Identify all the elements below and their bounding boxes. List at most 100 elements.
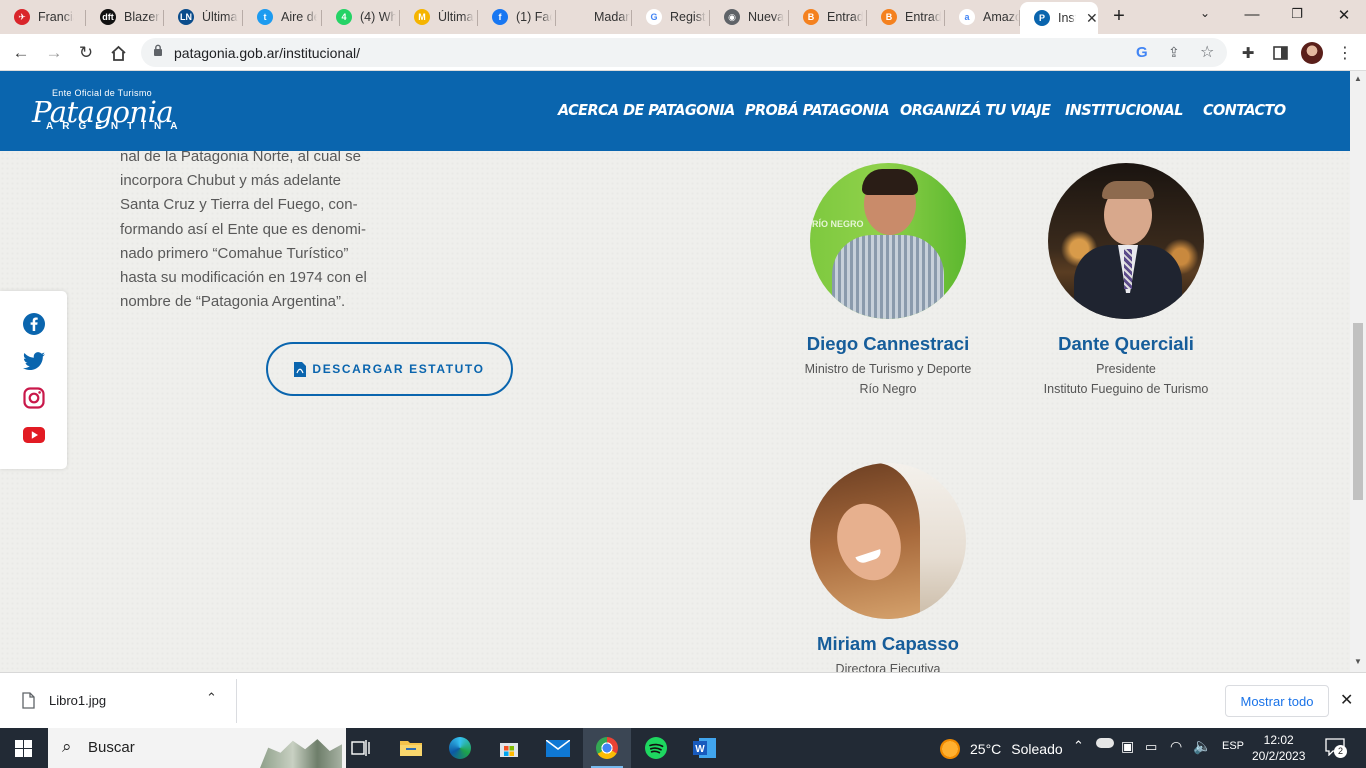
browser-tab[interactable]: LN Últimas: [164, 3, 243, 31]
team-member-photo: [1048, 163, 1204, 319]
clock-date: 20/2/2023: [1252, 749, 1306, 763]
tab-title: Francia: [38, 10, 74, 24]
scrollbar-thumb[interactable]: [1353, 323, 1363, 500]
tab-favicon-icon: G: [646, 9, 662, 25]
scroll-up-icon[interactable]: ▲: [1354, 74, 1362, 83]
role-title: Presidente: [1096, 362, 1156, 376]
share-icon[interactable]: ⇪: [1168, 44, 1180, 61]
menu-kebab-icon[interactable]: ⋮: [1334, 42, 1356, 64]
clock-time: 12:02: [1263, 733, 1294, 747]
task-view-icon[interactable]: [337, 728, 385, 768]
tab-favicon-icon: a: [959, 9, 975, 25]
input-language[interactable]: ESP: [1222, 740, 1244, 752]
google-translate-icon[interactable]: G: [1136, 44, 1148, 61]
tab-favicon-icon: f: [492, 9, 508, 25]
edge-browser-icon[interactable]: [436, 728, 484, 768]
onedrive-cloud-icon[interactable]: [1096, 738, 1114, 748]
nav-acerca-de-patagonia[interactable]: ACERCA DE PATAGONIA: [558, 101, 735, 119]
history-line: Santa Cruz y Tierra del Fuego, con-: [120, 196, 358, 214]
browser-tab[interactable]: ✈ Francia: [0, 3, 86, 31]
browser-tab[interactable]: 4 (4) Wh: [322, 3, 400, 31]
profile-avatar[interactable]: [1301, 42, 1323, 64]
nav-proba-patagonia[interactable]: PROBÁ PATAGONIA: [745, 101, 890, 119]
browser-tab[interactable]: M Últimas: [400, 3, 478, 31]
notification-center-icon[interactable]: 2: [1325, 738, 1347, 761]
show-hidden-icons-chevron-icon[interactable]: ⌃: [1073, 738, 1084, 754]
chrome-browser-icon[interactable]: [583, 728, 631, 768]
reload-icon[interactable]: ↻: [75, 42, 97, 64]
bookmark-star-icon[interactable]: ☆: [1200, 42, 1214, 62]
taskbar-search-box[interactable]: ⌕ Buscar: [48, 728, 346, 768]
browser-tab[interactable]: ◉ Nueva: [710, 3, 789, 31]
mail-icon[interactable]: [534, 728, 582, 768]
file-explorer-icon[interactable]: [387, 728, 435, 768]
nav-contacto[interactable]: CONTACTO: [1203, 101, 1286, 119]
side-panel-icon[interactable]: [1269, 42, 1291, 64]
nav-organiza-tu-viaje[interactable]: ORGANIZÁ TU VIAJE: [900, 101, 1051, 119]
restore-icon[interactable]: ❐: [1287, 6, 1307, 22]
volume-icon[interactable]: 🔈: [1193, 737, 1212, 755]
forward-icon[interactable]: →: [43, 42, 65, 64]
url-text: patagonia.gob.ar/institucional/: [174, 45, 361, 61]
youtube-icon[interactable]: [22, 423, 46, 447]
taskbar-search-placeholder: Buscar: [88, 739, 135, 756]
close-tab-icon[interactable]: ✕: [1086, 10, 1098, 27]
browser-tab[interactable]: a Amazon: [945, 3, 1020, 31]
minimize-icon[interactable]: —: [1242, 6, 1262, 23]
browser-tab[interactable]: f (1) Face: [478, 3, 556, 31]
browser-tab[interactable]: Madam: [556, 3, 632, 31]
windows-start-icon[interactable]: [15, 740, 32, 757]
back-icon[interactable]: ←: [10, 42, 32, 64]
tab-favicon-icon: ✈: [14, 9, 30, 25]
page-scrollbar[interactable]: ▲ ▼: [1350, 71, 1366, 672]
battery-icon[interactable]: ▭: [1145, 739, 1157, 755]
browser-tab[interactable]: dft Blazer: [86, 3, 164, 31]
extensions-puzzle-icon[interactable]: ✚: [1237, 42, 1259, 64]
file-icon: [22, 692, 35, 709]
nav-institucional[interactable]: INSTITUCIONAL: [1065, 101, 1183, 119]
download-options-chevron-icon[interactable]: ⌃: [206, 690, 217, 706]
word-icon[interactable]: W: [681, 728, 729, 768]
tab-title: Registr: [670, 10, 706, 24]
tab-title: Madam: [594, 10, 630, 24]
weather-temperature: 25°C: [970, 741, 1002, 757]
scroll-down-icon[interactable]: ▼: [1354, 657, 1362, 666]
facebook-icon[interactable]: [22, 312, 46, 336]
lock-icon[interactable]: [153, 44, 163, 60]
social-sidebar: [0, 291, 67, 469]
tab-favicon-icon: M: [414, 9, 430, 25]
weather-widget[interactable]: 25°C Soleado: [940, 739, 1063, 759]
instagram-icon[interactable]: [22, 386, 46, 410]
windows-taskbar: ⌕ Buscar W 25°C Soleado ⌃ ▣ ▭ ◠ 🔈 ESP 12…: [0, 728, 1366, 768]
tab-search-chevron-icon[interactable]: ⌄: [1195, 6, 1215, 20]
window-close-icon[interactable]: ✕: [1334, 6, 1354, 24]
taskbar-clock[interactable]: 12:02 20/2/2023: [1252, 732, 1305, 764]
close-downloads-icon[interactable]: ✕: [1340, 690, 1353, 710]
team-member-name: Diego Cannestraci: [806, 333, 970, 354]
browser-tab[interactable]: t Aire de: [243, 3, 322, 31]
search-icon: ⌕: [62, 737, 72, 756]
browser-tab[interactable]: B Entrada: [789, 3, 867, 31]
tab-active[interactable]: P Inst ✕: [1020, 2, 1098, 34]
role-organization: Instituto Fueguino de Turismo: [1043, 381, 1209, 396]
tab-title: (4) Wh: [360, 10, 396, 24]
download-filename[interactable]: Libro1.jpg: [49, 693, 106, 708]
wifi-icon[interactable]: ◠: [1170, 738, 1182, 755]
tab-favicon-icon: 4: [336, 9, 352, 25]
twitter-icon[interactable]: [22, 349, 46, 373]
browser-tab[interactable]: G Registr: [632, 3, 710, 31]
download-statute-button[interactable]: DESCARGAR ESTATUTO: [266, 342, 513, 396]
new-tab-icon[interactable]: +: [1109, 5, 1129, 28]
spotify-icon[interactable]: [632, 728, 680, 768]
browser-tab[interactable]: B Entrada: [867, 3, 945, 31]
team-member-card: Miriam Capasso Directora Ejecutiva: [758, 463, 1018, 672]
show-all-downloads-button[interactable]: Mostrar todo: [1225, 685, 1329, 717]
tab-favicon-icon: P: [1034, 10, 1050, 26]
home-icon[interactable]: [107, 42, 129, 64]
address-bar[interactable]: patagonia.gob.ar/institucional/ G ⇪ ☆: [141, 38, 1227, 67]
search-highlight-image: [260, 739, 342, 768]
site-logo[interactable]: Ente Oficial de Turismo Patagonia ARGENT…: [32, 87, 192, 141]
microsoft-store-icon[interactable]: [485, 728, 533, 768]
downloads-bar: Libro1.jpg ⌃ Mostrar todo ✕: [0, 672, 1366, 728]
network-monitor-icon[interactable]: ▣: [1121, 738, 1134, 755]
